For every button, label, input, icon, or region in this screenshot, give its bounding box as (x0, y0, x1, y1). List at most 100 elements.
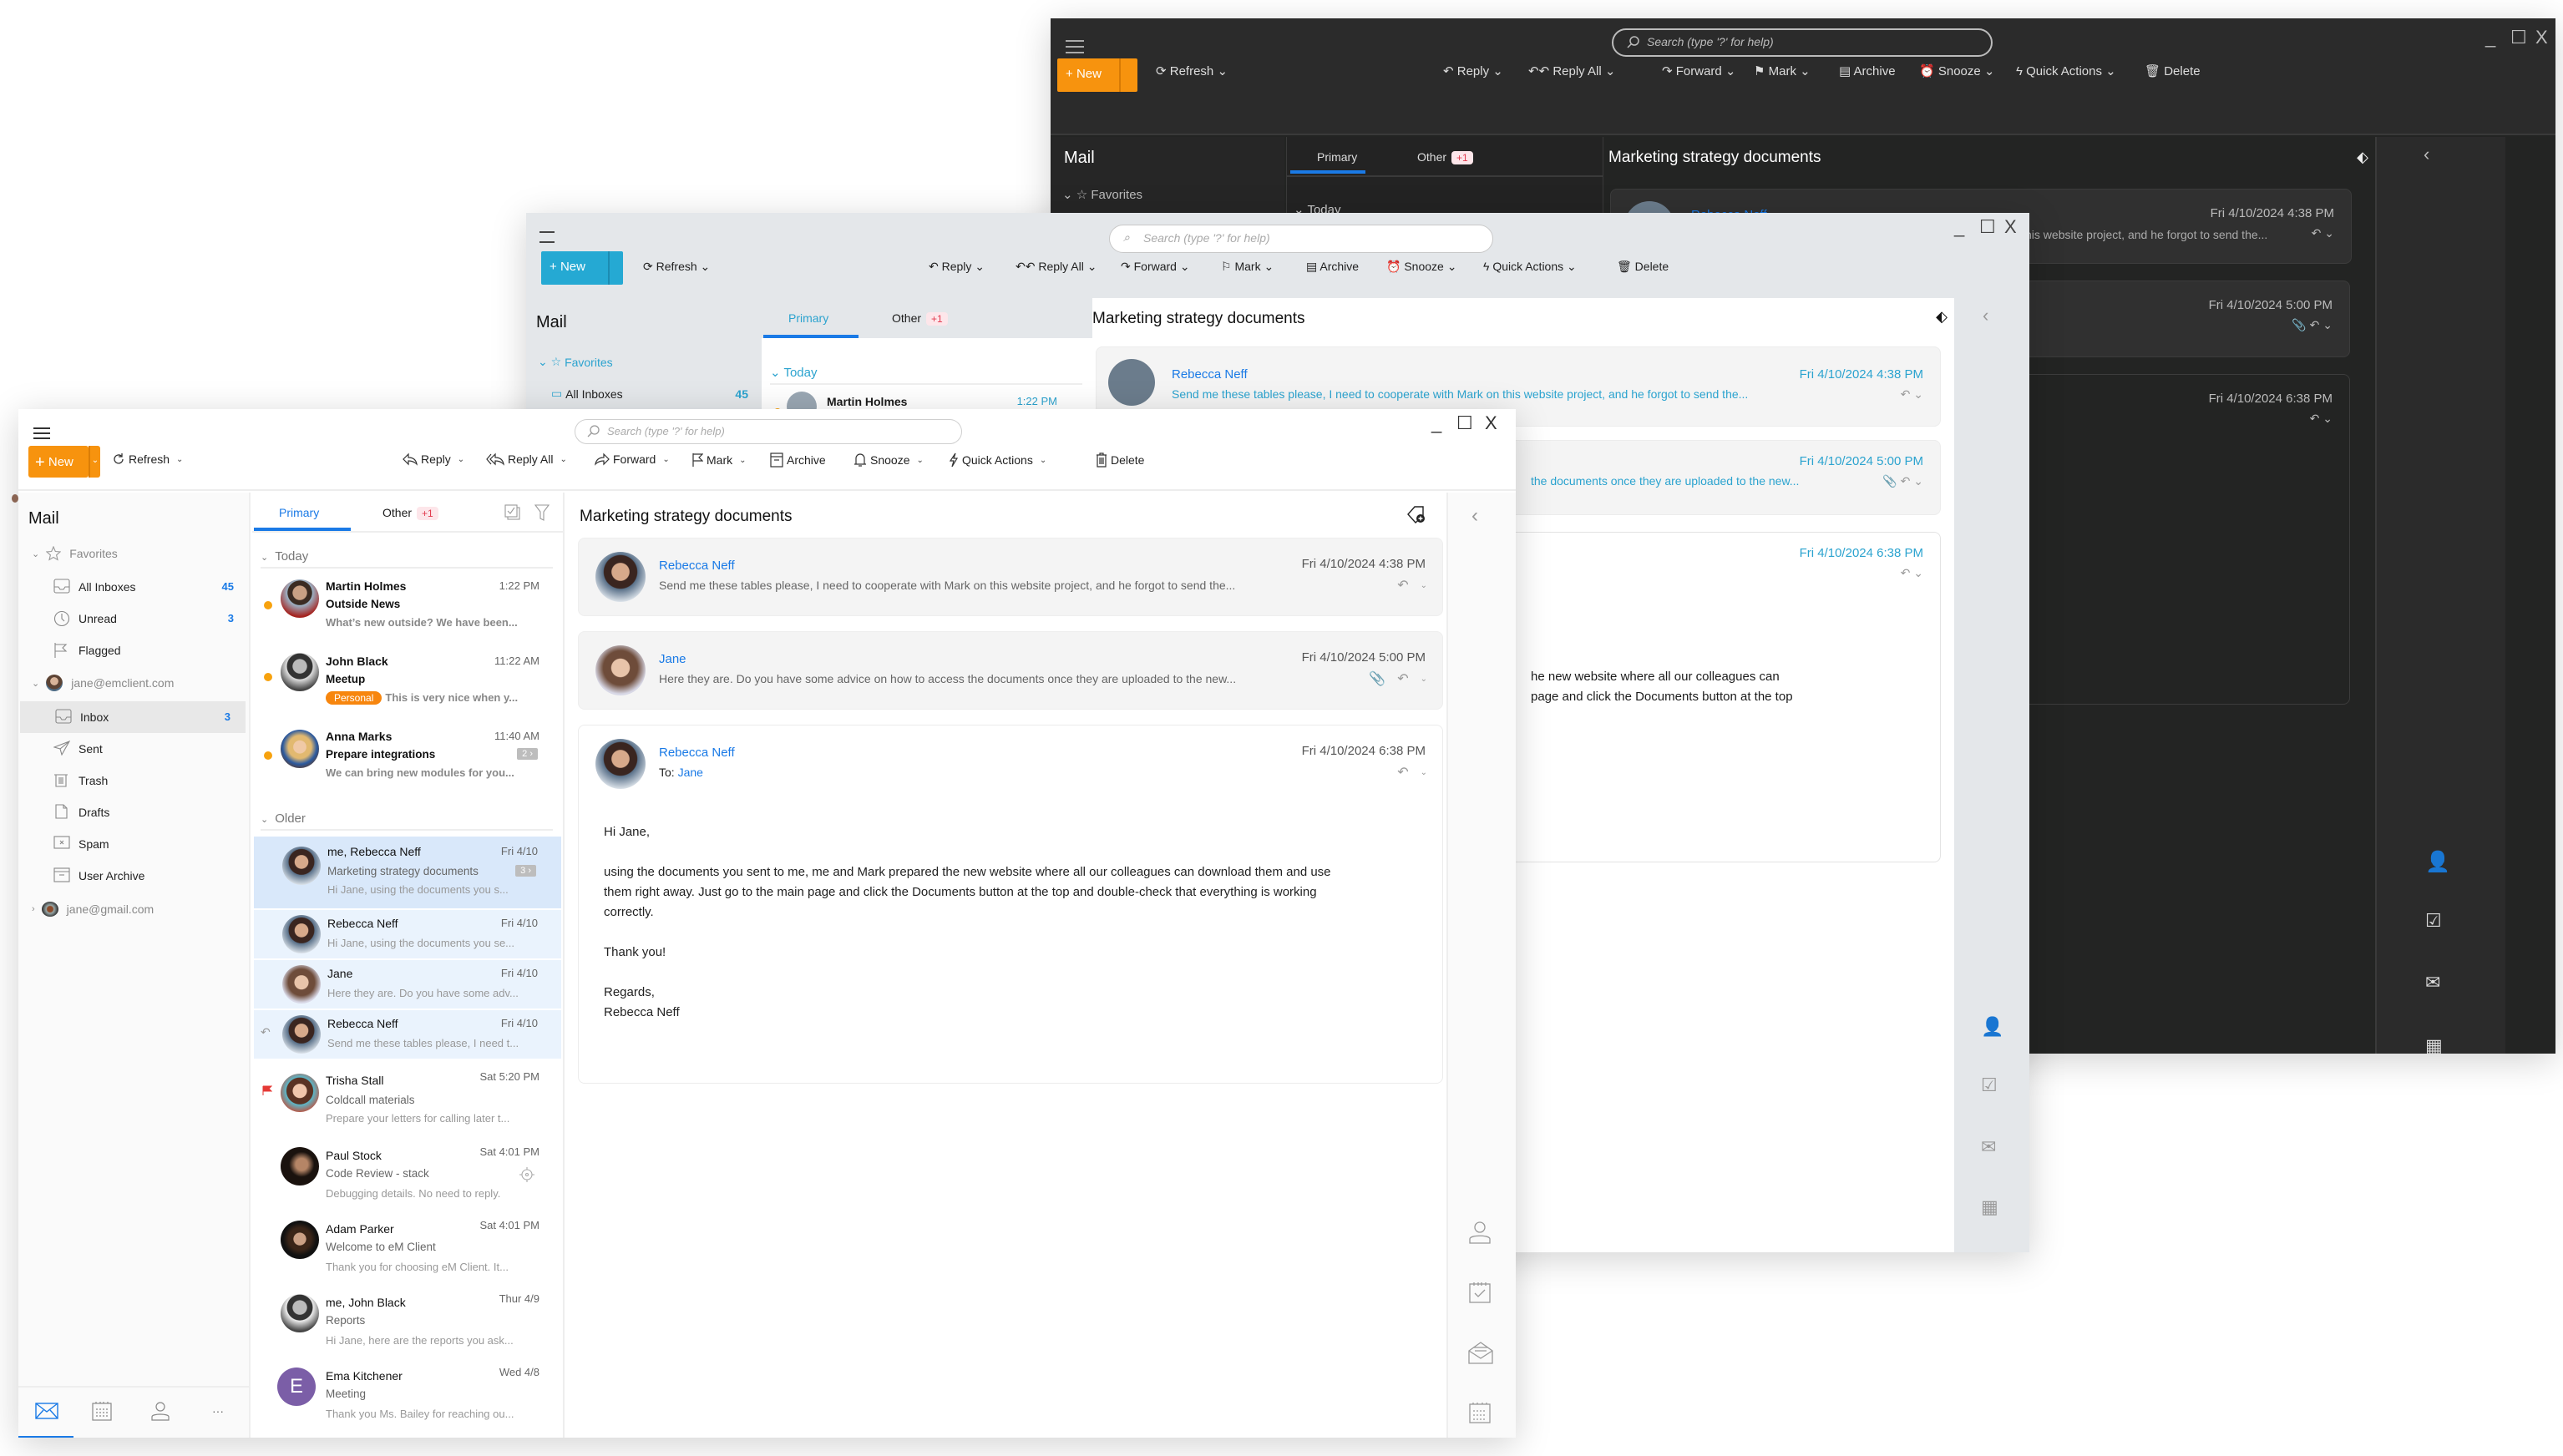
new-button[interactable]: + New ⌄ (28, 446, 100, 478)
reply-icon[interactable]: ↶ (1397, 764, 1408, 781)
maximize-button[interactable]: ☐ (2510, 27, 2527, 48)
folder-user-archive[interactable]: User Archive (18, 860, 249, 892)
contacts-icon[interactable]: 👤 (2425, 850, 2450, 874)
collapse-chevron-icon[interactable]: ‹ (1983, 305, 1988, 326)
calendar-icon[interactable]: ▦ (2425, 1035, 2443, 1054)
list-item-thread[interactable]: ↶ Rebecca Neff Fri 4/10 Send me these ta… (254, 1010, 561, 1059)
list-item[interactable]: Adam Parker Sat 4:01 PM Welcome to eM Cl… (252, 1216, 563, 1287)
reply-icon[interactable]: ↶ ⌄ (2310, 412, 2333, 426)
reply-icon[interactable]: ↶ ⌄ (1901, 566, 1923, 580)
maximize-button[interactable]: ☐ (1456, 412, 1473, 434)
nav-calendar[interactable] (92, 1401, 112, 1425)
list-item-thread[interactable]: Jane Fri 4/10 Here they are. Do you have… (254, 960, 561, 1009)
archive-button[interactable]: ▤ Archive (1306, 260, 1359, 274)
delete-button[interactable]: Delete (1096, 452, 1144, 468)
reply-all-button[interactable]: ↶↶ Reply All ⌄ (1528, 63, 1615, 78)
collapse-chevron-icon[interactable]: ‹ (1471, 504, 1478, 528)
folder-unread[interactable]: Unread 3 (18, 603, 249, 634)
contacts-icon[interactable]: 👤 (1981, 1016, 2003, 1038)
section-today[interactable]: ⌄ Today (770, 365, 1082, 385)
folder-trash[interactable]: Trash (18, 765, 249, 796)
tab-primary[interactable]: Primary (1317, 150, 1357, 164)
reply-all-button[interactable]: Reply All ⌄ (486, 452, 567, 466)
mark-button[interactable]: ⚑ Mark ⌄ (1754, 63, 1811, 78)
list-item[interactable]: me, John Black Thur 4/9 Reports Hi Jane,… (252, 1289, 563, 1361)
tasks-icon[interactable] (1468, 1281, 1492, 1304)
nav-more[interactable]: ··· (212, 1404, 224, 1418)
account-jane-gmail[interactable]: › jane@gmail.com (32, 902, 154, 917)
sender-name[interactable]: Rebecca Neff (659, 746, 735, 760)
folder-all-inboxes[interactable]: ▭ All Inboxes 45 (551, 387, 748, 401)
account-jane-emclient[interactable]: ⌄ jane@emclient.com (32, 675, 174, 691)
hamburger-menu-icon[interactable] (539, 231, 555, 243)
archive-button[interactable]: ▤ Archive (1839, 63, 1896, 78)
collapse-chevron-icon[interactable]: ‹ (2424, 144, 2429, 165)
forward-button[interactable]: ↷ Forward ⌄ (1662, 63, 1736, 78)
attachment-reply-icons[interactable]: 📎 ↶ ⌄ (1882, 474, 1923, 488)
hamburger-menu-icon[interactable] (1066, 40, 1084, 53)
folder-drafts[interactable]: Drafts (18, 796, 249, 828)
chevron-down-icon[interactable]: ⌄ (1421, 675, 1427, 684)
mail-open-icon[interactable] (1468, 1341, 1493, 1364)
section-older[interactable]: ⌄ Older (261, 811, 553, 831)
select-all-icon[interactable] (504, 504, 521, 521)
reply-button[interactable]: Reply ⌄ (403, 452, 464, 466)
delete-button[interactable]: 🗑 Delete (1617, 260, 1669, 274)
tab-other[interactable]: Other +1 (892, 311, 948, 326)
calendar-icon[interactable]: ▦ (1981, 1196, 1998, 1218)
tab-primary[interactable]: Primary (279, 506, 319, 519)
quick-actions-button[interactable]: ϟ Quick Actions ⌄ (2016, 63, 2116, 78)
folder-inbox[interactable]: Inbox 3 (20, 701, 246, 733)
list-item[interactable]: Anna Marks 11:40 AM Prepare integrations… (252, 726, 563, 800)
tab-other[interactable]: Other +1 (1417, 150, 1473, 164)
contacts-icon[interactable] (1468, 1221, 1492, 1244)
thread-count-badge[interactable]: 2 › (517, 748, 538, 760)
tracking-target-icon[interactable] (519, 1167, 534, 1182)
refresh-button[interactable]: Refresh ⌄ (112, 452, 183, 466)
calendar-icon[interactable] (1468, 1401, 1492, 1424)
minimize-button[interactable]: _ (1954, 216, 1964, 238)
sender-name[interactable]: Rebecca Neff (659, 559, 735, 573)
nav-mail[interactable] (18, 1388, 73, 1438)
favorites-group[interactable]: ⌄ Favorites (32, 546, 118, 561)
minimize-button[interactable]: _ (1431, 412, 1441, 434)
search-input[interactable]: Search (type '?' for help) (1612, 28, 1993, 57)
recipient-name[interactable]: Jane (678, 766, 703, 779)
quick-actions-button[interactable]: ϟ Quick Actions ⌄ (1483, 260, 1577, 274)
sender-name[interactable]: Rebecca Neff (1172, 367, 1248, 382)
mail-open-icon[interactable]: ✉ (2425, 972, 2440, 993)
maximize-button[interactable]: ☐ (1979, 216, 1996, 238)
snooze-button[interactable]: ⏰ Snooze ⌄ (1919, 63, 1994, 78)
hamburger-menu-icon[interactable] (33, 427, 50, 439)
list-item[interactable]: E Ema Kitchener Wed 4/8 Meeting Thank yo… (252, 1362, 563, 1434)
archive-button[interactable]: Archive (770, 452, 826, 468)
nav-contacts[interactable] (150, 1401, 170, 1425)
new-button[interactable]: + New (541, 251, 623, 285)
chevron-down-icon[interactable]: ⌄ (1421, 768, 1427, 777)
list-item-thread-selected[interactable]: me, Rebecca Neff Fri 4/10 Marketing stra… (254, 837, 561, 908)
close-button[interactable]: X (1485, 412, 1497, 434)
list-item[interactable]: Paul Stock Sat 4:01 PM Code Review - sta… (252, 1142, 563, 1214)
sender-name[interactable]: Jane (659, 652, 686, 666)
new-button[interactable]: + New (1057, 58, 1137, 92)
filter-icon[interactable] (534, 504, 550, 521)
folder-sent[interactable]: Sent (18, 733, 249, 765)
new-dropdown-button[interactable]: ⌄ (89, 446, 100, 478)
search-input[interactable]: ⌕ Search (type '?' for help) (1109, 225, 1493, 253)
forward-button[interactable]: Forward ⌄ (595, 452, 670, 466)
list-item[interactable]: Martin Holmes 1:22 PM Outside News What’… (252, 576, 563, 650)
close-button[interactable]: X (2535, 27, 2548, 48)
delete-button[interactable]: 🗑 Delete (2145, 63, 2201, 78)
list-item[interactable]: Trisha Stall Sat 5:20 PM Coldcall materi… (252, 1069, 563, 1140)
chevron-down-icon[interactable]: ⌄ (1421, 581, 1427, 590)
list-item[interactable]: John Black 11:22 AM Meetup Personal This … (252, 651, 563, 725)
refresh-button[interactable]: ⟳ Refresh ⌄ (643, 260, 710, 274)
attachment-reply-icons[interactable]: 📎 ↶ ⌄ (2292, 318, 2333, 332)
reply-button[interactable]: ↶ Reply ⌄ (929, 260, 985, 274)
add-tag-icon[interactable]: ⬖ (1936, 308, 1948, 326)
email-card[interactable]: Jane Here they are. Do you have some adv… (578, 631, 1443, 710)
close-button[interactable]: X (2004, 216, 2017, 238)
add-tag-icon[interactable]: ⬖ (2357, 149, 2368, 166)
tasks-icon[interactable]: ☑ (2425, 910, 2442, 932)
reply-icon[interactable]: ↶ (1397, 577, 1408, 594)
